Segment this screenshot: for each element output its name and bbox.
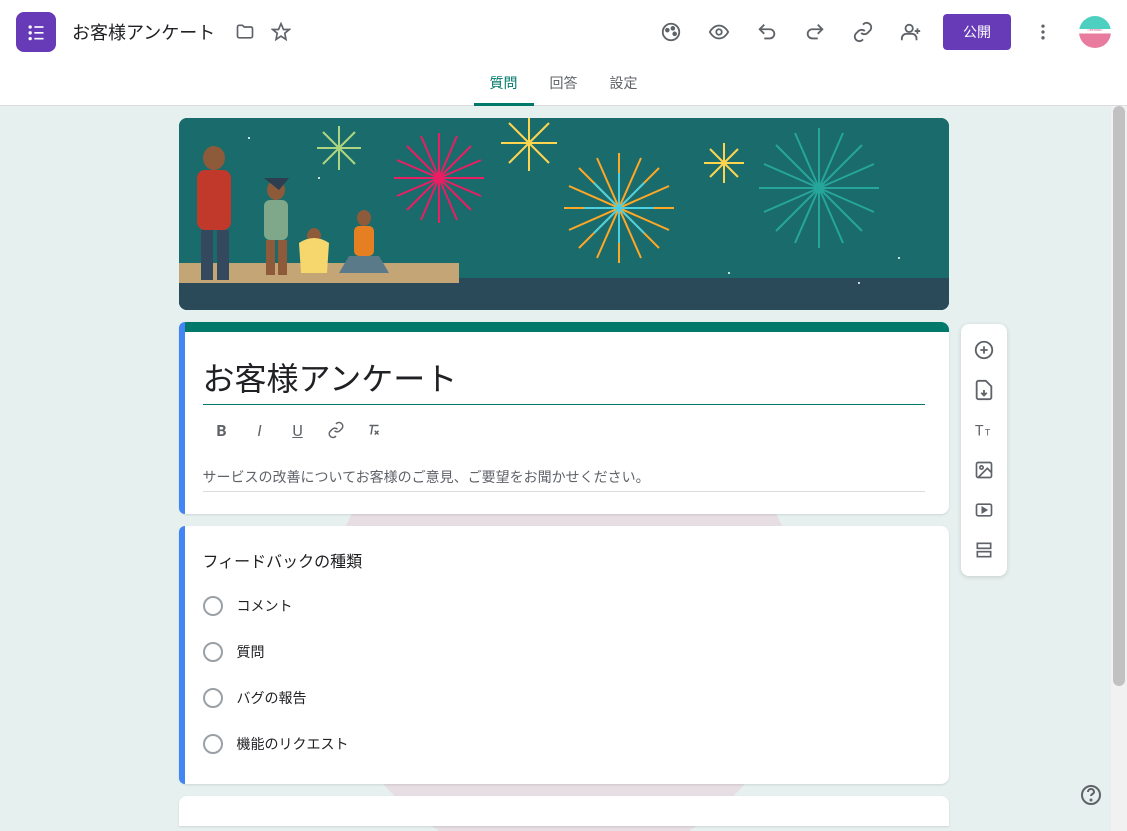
app-header: お客様アンケート 公開 — [0, 0, 1127, 64]
format-toolbar: B I U — [203, 413, 925, 447]
add-title-icon[interactable]: TT — [966, 412, 1002, 448]
help-icon[interactable] — [1071, 775, 1111, 815]
canvas: </PATANO> — [0, 106, 1127, 831]
move-to-folder-icon[interactable] — [233, 20, 257, 44]
svg-text:T: T — [984, 429, 990, 439]
next-card-peek[interactable] — [179, 796, 949, 826]
add-question-icon[interactable] — [966, 332, 1002, 368]
underline-icon[interactable]: U — [279, 413, 317, 447]
radio-icon — [203, 734, 223, 754]
form-title-input[interactable] — [203, 354, 925, 405]
option-row[interactable]: コメント — [203, 596, 925, 616]
option-label[interactable]: バグの報告 — [237, 688, 307, 708]
tab-responses[interactable]: 回答 — [534, 64, 594, 106]
redo-icon[interactable] — [795, 12, 835, 52]
import-questions-icon[interactable] — [966, 372, 1002, 408]
question-title[interactable]: フィードバックの種類 — [203, 548, 925, 572]
add-collaborator-icon[interactable] — [891, 12, 931, 52]
user-avatar[interactable] — [1079, 16, 1111, 48]
option-row[interactable]: バグの報告 — [203, 688, 925, 708]
tab-questions[interactable]: 質問 — [474, 64, 534, 106]
form-description-input[interactable] — [203, 463, 925, 492]
italic-icon[interactable]: I — [241, 413, 279, 447]
add-section-icon[interactable] — [966, 532, 1002, 568]
bold-icon[interactable]: B — [203, 413, 241, 447]
publish-button[interactable]: 公開 — [943, 14, 1011, 50]
tab-settings[interactable]: 設定 — [594, 64, 654, 106]
scrollbar[interactable] — [1111, 106, 1127, 831]
option-label[interactable]: 機能のリクエスト — [237, 734, 349, 754]
header-image[interactable] — [179, 118, 949, 310]
preview-icon[interactable] — [699, 12, 739, 52]
undo-icon[interactable] — [747, 12, 787, 52]
svg-text:T: T — [974, 422, 983, 440]
radio-icon — [203, 642, 223, 662]
option-row[interactable]: 機能のリクエスト — [203, 734, 925, 754]
more-icon[interactable] — [1023, 12, 1063, 52]
question-card[interactable]: フィードバックの種類 コメント 質問 バグの報告 機能のリクエスト — [179, 526, 949, 784]
star-icon[interactable] — [269, 20, 293, 44]
document-title[interactable]: お客様アンケート — [72, 19, 215, 45]
forms-logo[interactable] — [16, 12, 56, 52]
option-row[interactable]: 質問 — [203, 642, 925, 662]
add-image-icon[interactable] — [966, 452, 1002, 488]
form-tabs: 質問 回答 設定 — [0, 64, 1127, 106]
option-label[interactable]: コメント — [237, 596, 293, 616]
scrollbar-thumb[interactable] — [1113, 106, 1125, 686]
radio-icon — [203, 596, 223, 616]
title-card[interactable]: B I U — [179, 322, 949, 514]
theme-icon[interactable] — [651, 12, 691, 52]
option-label[interactable]: 質問 — [237, 642, 265, 662]
radio-icon — [203, 688, 223, 708]
side-toolbar: TT — [961, 324, 1007, 576]
link-icon[interactable] — [843, 12, 883, 52]
clear-format-icon[interactable] — [355, 413, 393, 447]
add-video-icon[interactable] — [966, 492, 1002, 528]
insert-link-icon[interactable] — [317, 413, 355, 447]
